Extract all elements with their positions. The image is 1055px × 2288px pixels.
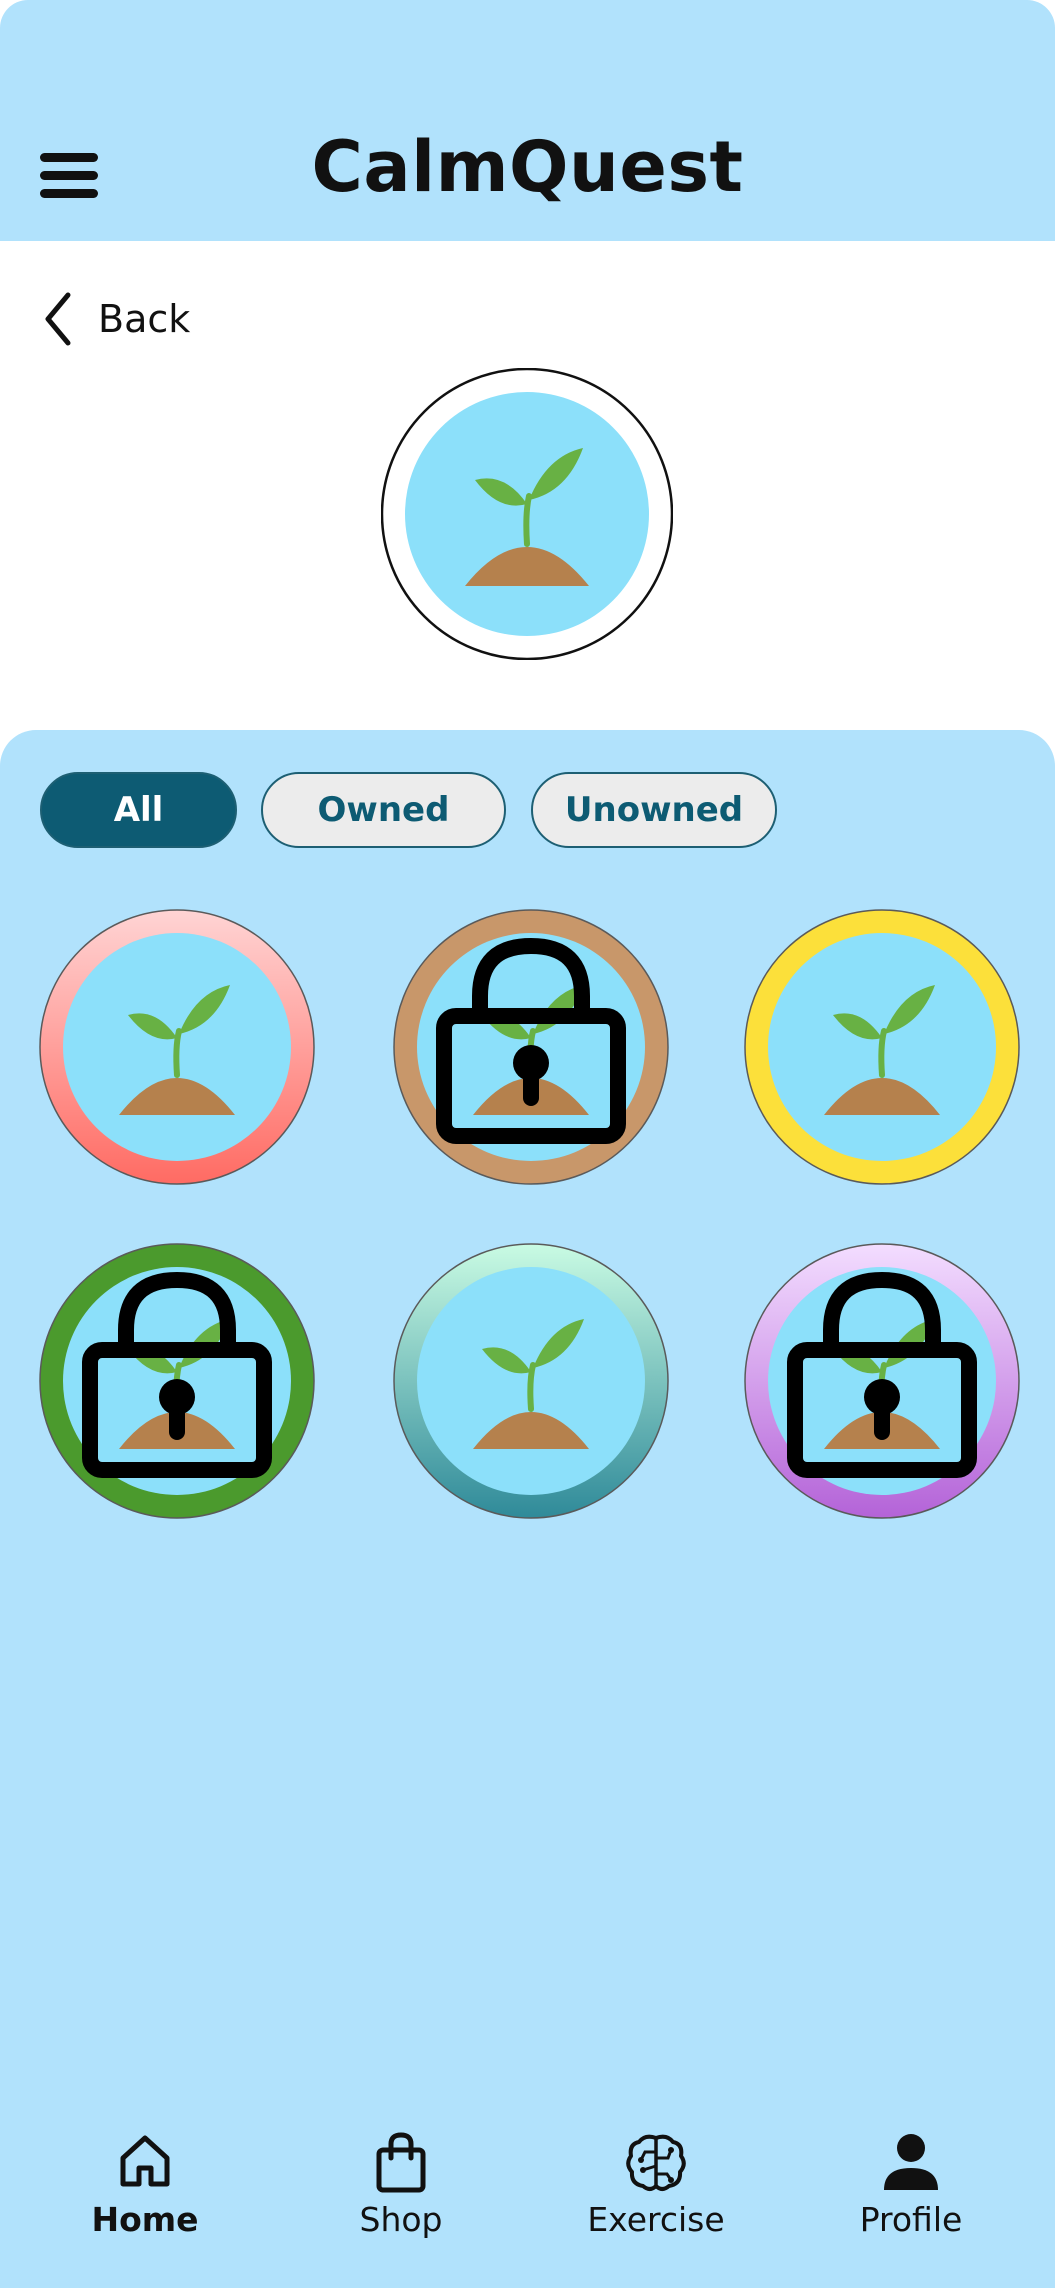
avatar-red-gradient[interactable] [38,908,316,1186]
avatar-yellow[interactable] [743,908,1021,1186]
app-header: CalmQuest [0,0,1055,241]
chevron-left-icon [45,292,71,346]
nav-shop[interactable]: Shop [311,2130,491,2250]
app-title: CalmQuest [311,126,744,208]
app-screen: CalmQuest Back All Owned Unowned Home Sh… [0,0,1055,2288]
back-label: Back [98,297,191,341]
avatar-green-locked[interactable] [38,1242,316,1520]
avatar-collection-panel: All Owned Unowned [0,730,1055,2288]
nav-exercise-label: Exercise [587,2200,725,2239]
back-button[interactable]: Back [40,286,190,352]
avatar-brown-locked[interactable] [392,908,670,1186]
home-icon [120,2135,170,2187]
nav-exercise[interactable]: Exercise [566,2130,746,2250]
nav-profile-label: Profile [859,2200,963,2239]
person-icon [884,2134,938,2190]
avatar-teal-gradient[interactable] [392,1242,670,1520]
filter-unowned-button[interactable]: Unowned [531,772,777,848]
nav-home[interactable]: Home [55,2130,235,2250]
filter-owned-button[interactable]: Owned [261,772,506,848]
avatar-purple-gradient-locked[interactable] [743,1242,1021,1520]
nav-shop-label: Shop [359,2200,443,2239]
nav-home-label: Home [91,2200,199,2239]
nav-profile[interactable]: Profile [821,2130,1001,2250]
brain-icon [626,2134,686,2191]
shopping-bag-icon [376,2132,426,2193]
selected-avatar [381,368,673,660]
filter-all-button[interactable]: All [40,772,237,848]
